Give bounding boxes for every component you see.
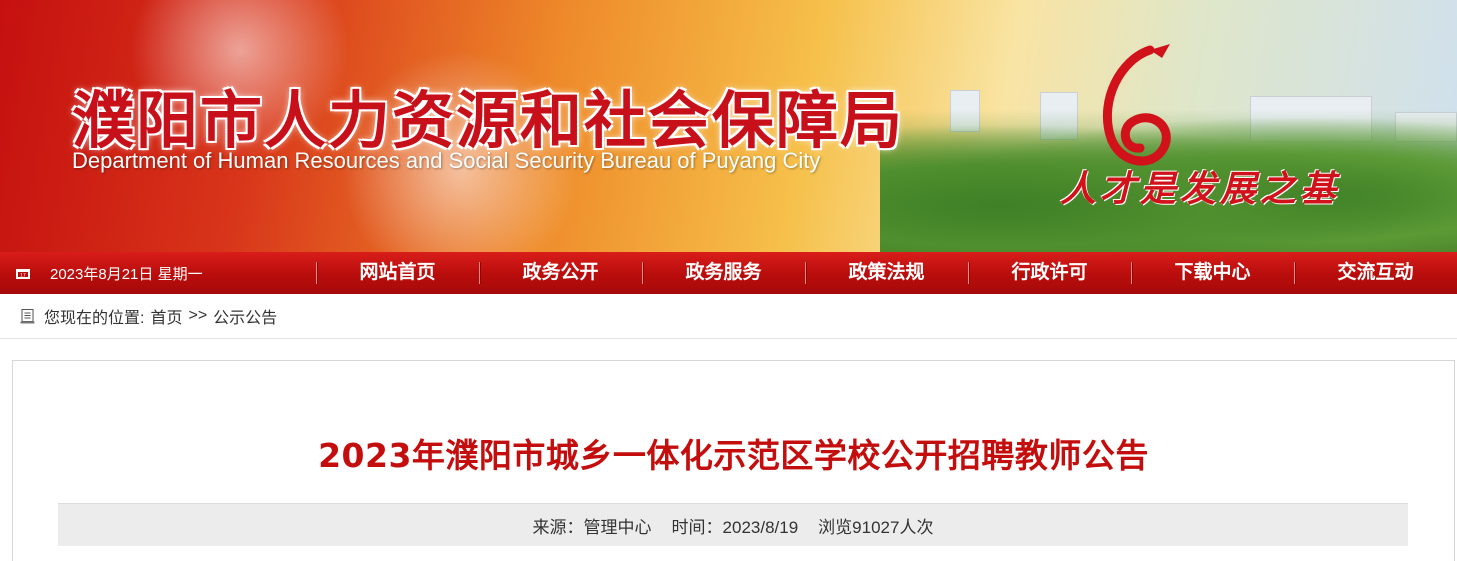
article-source: 来源：管理中心 — [532, 517, 652, 537]
svg-text:17: 17 — [20, 272, 26, 278]
breadcrumb-current-link[interactable]: 公示公告 — [213, 304, 277, 328]
breadcrumb: 您现在的位置: 首页 >> 公示公告 — [0, 294, 1457, 339]
site-subtitle-english: Department of Human Resources and Social… — [72, 148, 821, 173]
nav-item-home[interactable]: 网站首页 — [316, 252, 479, 294]
date-display: 17 2023年8月21日 星期一 — [0, 263, 316, 284]
location-icon — [20, 308, 36, 324]
nav-item-interaction[interactable]: 交流互动 — [1294, 252, 1457, 294]
banner-slogan: 人才是发展之基 — [1060, 168, 1341, 210]
current-date: 2023年8月21日 星期一 — [50, 265, 203, 283]
article-meta: 来源：管理中心 时间：2023/8/19 浏览91027人次 — [58, 503, 1408, 546]
breadcrumb-separator: >> — [188, 307, 208, 324]
nav-item-downloads[interactable]: 下载中心 — [1131, 252, 1294, 294]
breadcrumb-home-link[interactable]: 首页 — [150, 304, 182, 328]
nav-menu: 网站首页 政务公开 政务服务 政策法规 行政许可 下载中心 交流互动 — [316, 252, 1457, 294]
nav-item-government-affairs[interactable]: 政务公开 — [479, 252, 642, 294]
site-banner: 濮阳市人力资源和社会保障局 Department of Human Resour… — [0, 0, 1457, 252]
nav-item-government-services[interactable]: 政务服务 — [642, 252, 805, 294]
article-time: 时间：2023/8/19 — [671, 517, 799, 537]
nav-item-permits[interactable]: 行政许可 — [968, 252, 1131, 294]
article-container: 2023年濮阳市城乡一体化示范区学校公开招聘教师公告 来源：管理中心 时间：20… — [12, 360, 1455, 561]
site-title: 濮阳市人力资源和社会保障局 — [72, 84, 905, 157]
article-title: 2023年濮阳市城乡一体化示范区学校公开招聘教师公告 — [318, 436, 1149, 475]
breadcrumb-prefix: 您现在的位置: — [44, 310, 145, 327]
nav-item-policies[interactable]: 政策法规 — [805, 252, 968, 294]
main-navigation: 17 2023年8月21日 星期一 网站首页 政务公开 政务服务 政策法规 行政… — [0, 252, 1457, 294]
calendar-icon: 17 — [16, 268, 30, 279]
article-views: 浏览91027人次 — [818, 517, 934, 537]
